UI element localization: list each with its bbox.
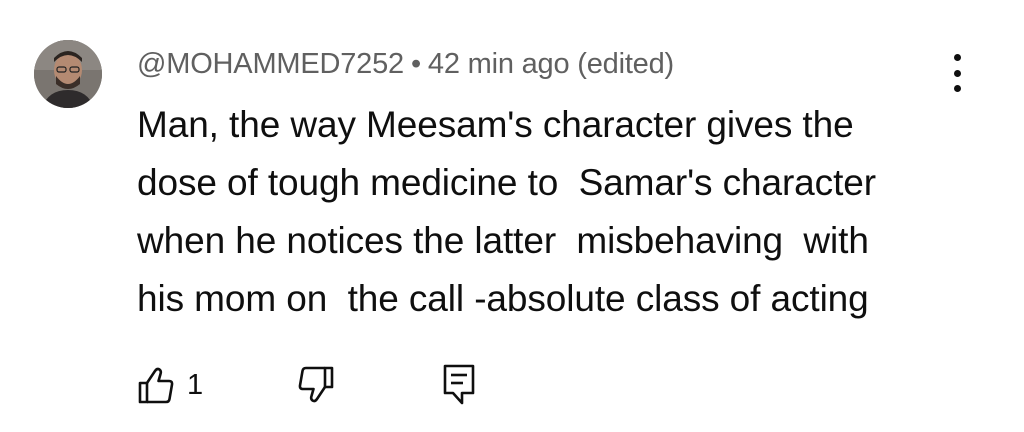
more-actions-button[interactable] [940, 50, 974, 96]
comment-text-line: Man, the way Meesam's character gives th… [137, 104, 854, 145]
comment-text-line: dose of tough medicine to Samar's charac… [137, 162, 876, 203]
edited-label: (edited) [577, 48, 674, 80]
comment-header: @MOHAMMED7252 • 42 min ago (edited) [137, 44, 674, 84]
thumbs-down-icon [298, 366, 334, 403]
comment-time[interactable]: 42 min ago [428, 48, 570, 80]
thumbs-up-icon [138, 367, 174, 404]
avatar-image [34, 40, 102, 108]
reply-comment-icon [443, 364, 475, 405]
dislike-button[interactable] [297, 362, 337, 408]
comment-text-line: when he notices the latter misbehaving w… [137, 220, 869, 261]
avatar[interactable] [34, 40, 102, 108]
more-vertical-icon [953, 54, 961, 61]
like-count: 1 [187, 368, 204, 401]
comment-card: @MOHAMMED7252 • 42 min ago (edited) Man, t… [0, 0, 1024, 432]
comment-text-line: his mom on the call -absolute class of a… [137, 278, 869, 319]
meta-separator: • [410, 48, 421, 80]
like-button[interactable]: 1 [137, 362, 203, 408]
reply-button[interactable] [442, 362, 478, 408]
comment-text: Man, the way Meesam's character gives th… [137, 96, 967, 328]
more-vertical-icon-dot [953, 69, 961, 77]
author-name[interactable]: @MOHAMMED7252 [137, 48, 404, 80]
more-vertical-icon-dot [953, 85, 961, 92]
